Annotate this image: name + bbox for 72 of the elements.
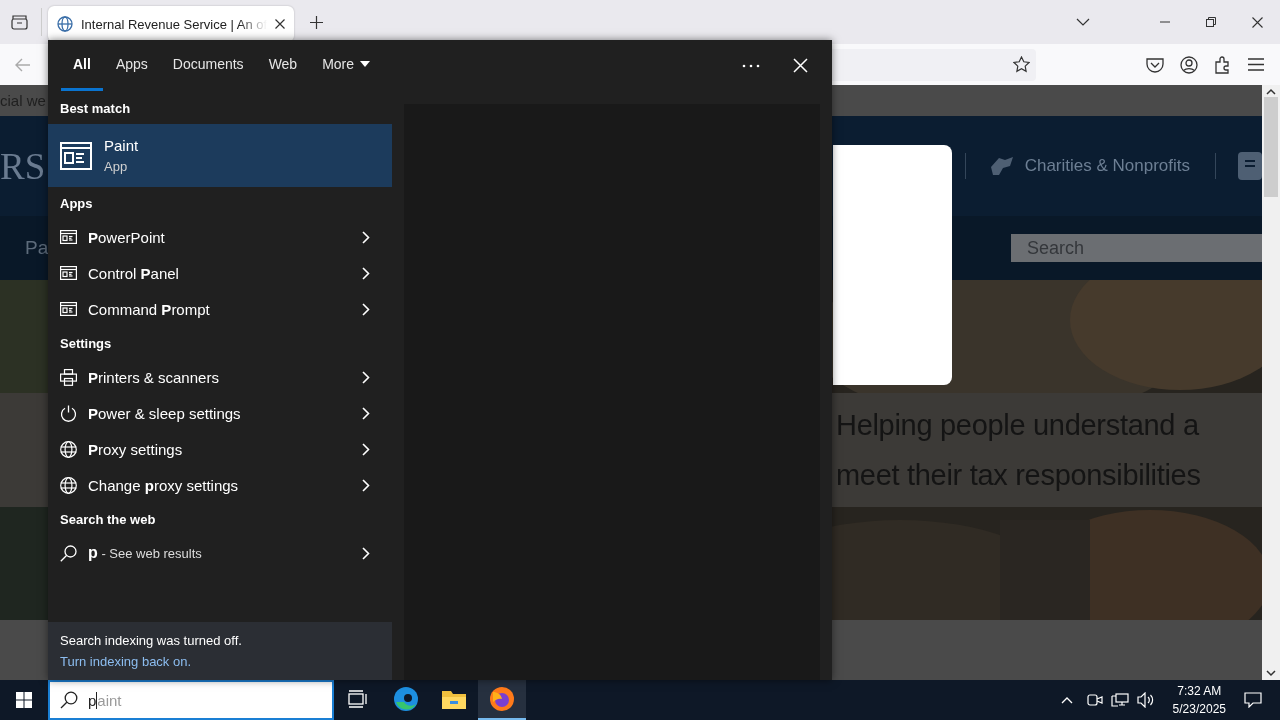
best-match-item[interactable]: Paint App [48, 124, 392, 187]
filter-tab[interactable]: All [61, 40, 103, 91]
handshake-icon [988, 155, 1015, 177]
star-icon[interactable] [1013, 56, 1030, 73]
close-icon[interactable] [275, 19, 286, 29]
result-item[interactable]: Power & sleep settings [48, 395, 392, 431]
section-heading: Settings [59, 334, 113, 353]
folder-icon [442, 689, 466, 709]
chevron-right-icon [362, 478, 370, 492]
chevron-right-icon [362, 302, 370, 316]
clock[interactable]: 7:32 AM 5/23/2025 [1172, 682, 1226, 718]
chevron-up-icon[interactable] [1060, 696, 1073, 704]
search-icon [60, 691, 78, 709]
scroll-up-icon[interactable] [1266, 88, 1276, 95]
globe-icon [57, 16, 73, 32]
chevron-right-icon [362, 266, 370, 280]
new-tab-icon[interactable] [310, 15, 324, 29]
chevron-right-icon [362, 546, 370, 560]
filter-tab[interactable]: Documents [160, 40, 256, 91]
result-item[interactable]: p - See web results [48, 535, 392, 571]
nav-link[interactable]: Charities & Nonprofits [988, 155, 1190, 177]
filter-tab[interactable]: More [310, 40, 383, 91]
notification-icon[interactable] [1244, 692, 1262, 708]
search-field[interactable]: paint [48, 680, 334, 720]
result-item[interactable]: Command Prompt [48, 291, 392, 327]
chevron-down-icon[interactable] [1076, 18, 1090, 26]
result-item[interactable]: PowerPoint [48, 219, 392, 255]
search-icon [60, 544, 77, 562]
browser-tab[interactable]: Internal Revenue Service | An of [48, 6, 295, 42]
volume-icon[interactable] [1136, 692, 1155, 708]
camera-icon[interactable] [1086, 692, 1103, 708]
task-view-icon [348, 690, 368, 708]
taskbar-app[interactable] [478, 680, 526, 720]
firefox-icon [489, 686, 515, 712]
chevron-right-icon [362, 230, 370, 244]
globe-icon [60, 476, 77, 494]
indexing-link[interactable]: Turn indexing back on. [60, 654, 192, 669]
menu-icon[interactable] [1248, 58, 1264, 71]
chevron-right-icon [362, 370, 370, 384]
network-icon[interactable] [1110, 692, 1129, 708]
app-icon [60, 141, 92, 170]
chevron-right-icon [362, 442, 370, 456]
tab-list-icon[interactable] [11, 14, 28, 30]
section-heading: Search the web [59, 510, 157, 529]
globe-icon [60, 440, 77, 458]
close-icon[interactable] [1252, 16, 1263, 28]
windows-icon [16, 692, 32, 708]
scrollbar-thumb[interactable] [1264, 97, 1278, 197]
edge-icon [393, 686, 419, 712]
section-heading: Apps [59, 194, 94, 213]
power-icon [60, 404, 77, 422]
result-item[interactable]: Printers & scanners [48, 359, 392, 395]
more-options-icon[interactable] [742, 64, 760, 68]
filter-tab[interactable]: Web [256, 40, 310, 91]
filter-tab[interactable]: Apps [103, 40, 160, 91]
result-item[interactable]: Proxy settings [48, 431, 392, 467]
caret-down-icon [360, 61, 371, 67]
extensions-icon[interactable] [1214, 55, 1232, 74]
printer-icon [60, 368, 77, 386]
result-item[interactable]: Control Panel [48, 255, 392, 291]
account-icon[interactable] [1180, 55, 1198, 74]
scroll-down-icon[interactable] [1266, 670, 1276, 677]
result-item[interactable]: Change proxy settings [48, 467, 392, 503]
app-icon [60, 266, 77, 280]
restore-icon[interactable] [1206, 17, 1216, 27]
app-icon [60, 302, 77, 316]
site-logo[interactable]: RS [0, 144, 46, 188]
notice-text: Search indexing was turned off. [60, 633, 243, 648]
chevron-right-icon [362, 406, 370, 420]
section-heading: Best match [59, 99, 132, 118]
pocket-icon[interactable] [1146, 56, 1164, 73]
app-icon [60, 230, 77, 244]
